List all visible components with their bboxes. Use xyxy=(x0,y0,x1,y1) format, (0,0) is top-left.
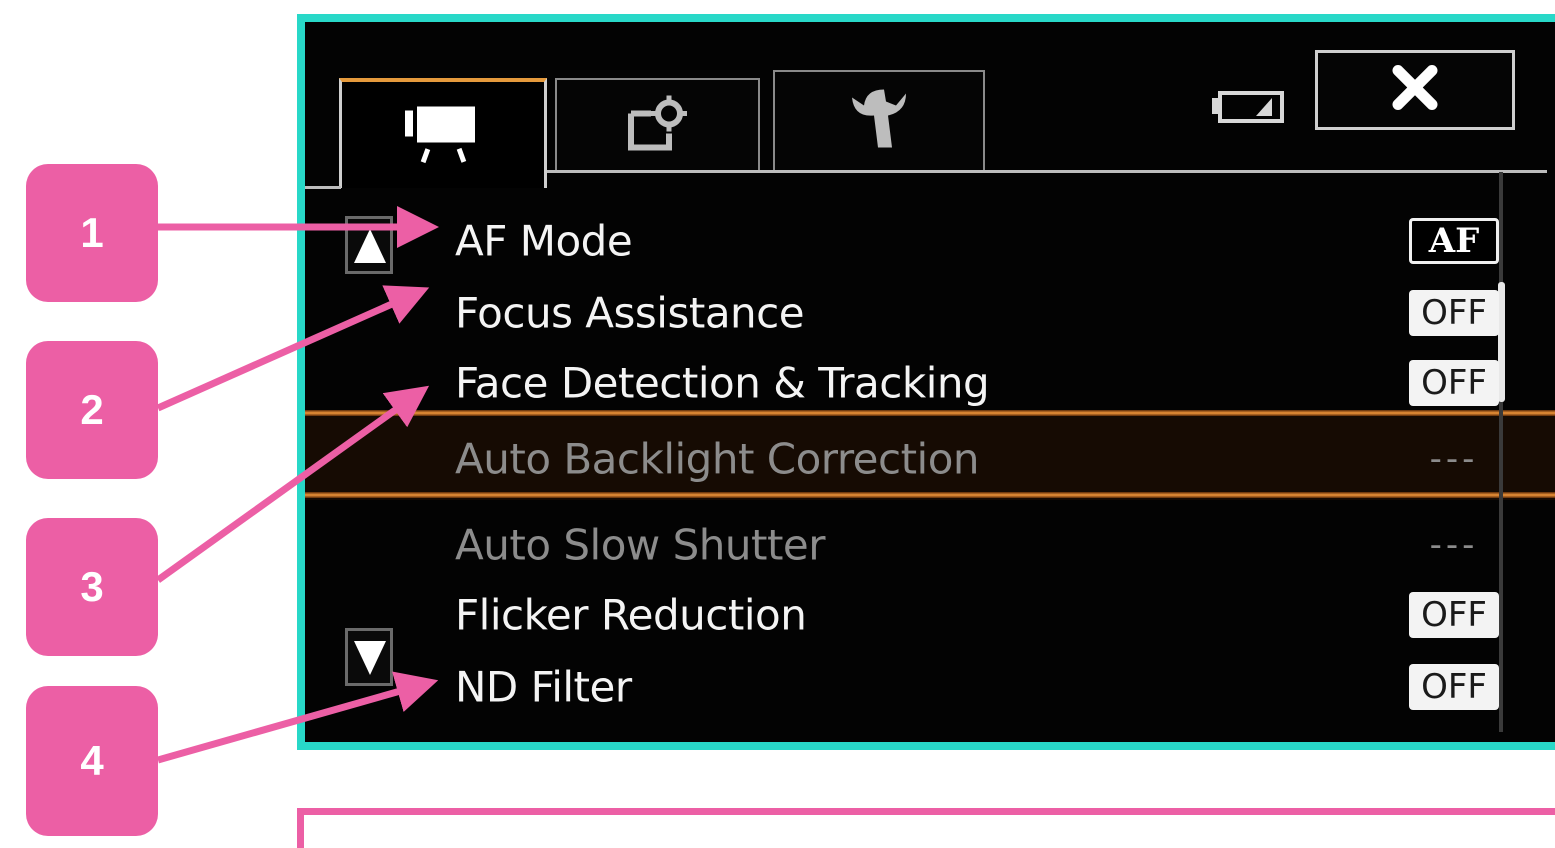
callout-arrows xyxy=(155,206,439,764)
arrow-3 xyxy=(155,385,430,583)
arrow-2 xyxy=(156,285,430,412)
arrow-4 xyxy=(157,671,439,764)
